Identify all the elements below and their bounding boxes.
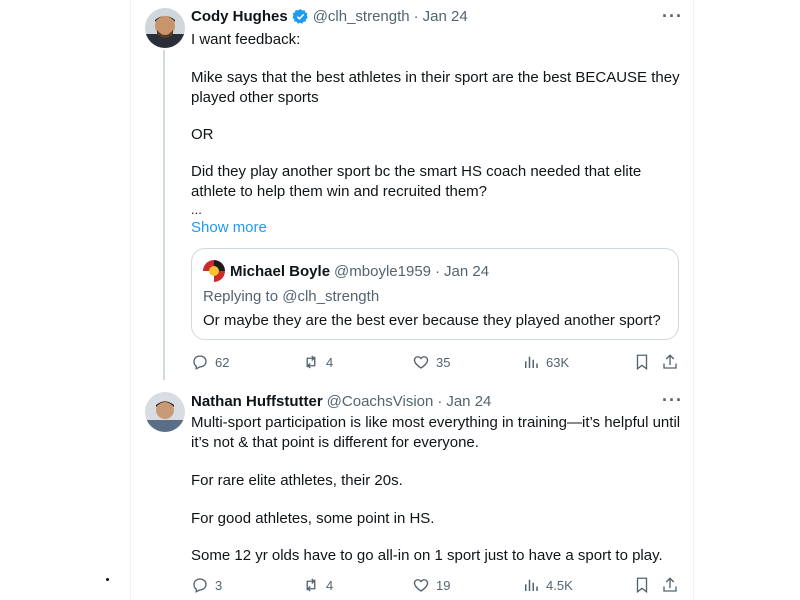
like-count: 35 bbox=[436, 354, 451, 370]
tweet-text-line: Did they play another sport bc the smart… bbox=[191, 163, 642, 180]
repost-icon bbox=[306, 578, 316, 592]
heart-icon bbox=[413, 356, 429, 369]
analytics-icon bbox=[525, 579, 538, 591]
reply-count: 62 bbox=[215, 354, 230, 370]
avatar-nathan-huffstutter[interactable] bbox=[145, 392, 185, 432]
bookmark-icon bbox=[636, 354, 648, 371]
views-button[interactable]: 4.5K bbox=[522, 576, 573, 594]
tweet-text-line: athlete to help them win and recruited t… bbox=[191, 183, 488, 200]
thread-connector-line bbox=[163, 50, 165, 380]
tweet-date[interactable]: Jan 24 bbox=[446, 393, 491, 410]
repost-count: 4 bbox=[326, 354, 334, 370]
more-options-icon[interactable]: ··· bbox=[662, 390, 683, 411]
repost-icon bbox=[306, 355, 316, 369]
reply-button[interactable]: 62 bbox=[191, 353, 229, 371]
reply-icon bbox=[193, 355, 207, 370]
more-options-icon[interactable]: ··· bbox=[662, 6, 683, 27]
views-button[interactable]: 63K bbox=[522, 353, 569, 371]
stray-dot bbox=[106, 578, 109, 581]
tweet-text-line: OR bbox=[191, 126, 214, 143]
tweet-text-line: Multi-sport participation is like most e… bbox=[191, 414, 681, 431]
tweet-text-line: played other sports bbox=[191, 89, 319, 106]
author-name[interactable]: Cody Hughes bbox=[191, 8, 288, 25]
views-count: 63K bbox=[546, 354, 570, 370]
author-name[interactable]: Nathan Huffstutter bbox=[191, 393, 323, 410]
quoted-tweet-text: Or maybe they are the best ever because … bbox=[203, 312, 661, 329]
heart-icon bbox=[413, 579, 429, 592]
bookmark-button[interactable] bbox=[633, 576, 651, 594]
show-more-link[interactable]: Show more bbox=[191, 219, 267, 236]
bookmark-icon bbox=[636, 577, 648, 594]
separator-dot: · bbox=[413, 8, 419, 25]
reply-icon bbox=[193, 578, 207, 593]
tweet-text-line: For good athletes, some point in HS. bbox=[191, 510, 435, 527]
views-count: 4.5K bbox=[546, 577, 573, 593]
quoted-tweet-header: Michael Boyle @mboyle1959 · Jan 24 bbox=[230, 263, 489, 280]
tweet-text-line: For rare elite athletes, their 20s. bbox=[191, 472, 403, 489]
replying-to-text: Replying to @clh_strength bbox=[203, 288, 380, 305]
tweet-text-line: it’s not & that point is different for e… bbox=[191, 434, 479, 451]
tweet-text-line: Some 12 yr olds have to go all-in on 1 s… bbox=[191, 547, 663, 564]
bookmark-button[interactable] bbox=[633, 353, 651, 371]
separator-dot: · bbox=[437, 393, 443, 410]
tweet-text-line: Mike says that the best athletes in thei… bbox=[191, 69, 680, 86]
author-handle[interactable]: @CoachsVision bbox=[327, 393, 434, 410]
tweet-text-line: I want feedback: bbox=[191, 31, 301, 48]
quoted-author-name: Michael Boyle bbox=[230, 263, 331, 280]
share-button[interactable] bbox=[661, 353, 679, 371]
tweet-date[interactable]: Jan 24 bbox=[423, 8, 468, 25]
like-button[interactable]: 35 bbox=[412, 353, 450, 371]
ellipsis-text: ... bbox=[191, 202, 202, 217]
like-button[interactable]: 19 bbox=[412, 576, 450, 594]
tweet-header: Cody Hughes @clh_strength · Jan 24 bbox=[191, 8, 468, 25]
quoted-author-handle: @mboyle1959 bbox=[334, 263, 431, 280]
avatar-michael-boyle bbox=[203, 260, 225, 282]
quoted-tweet-date: Jan 24 bbox=[444, 263, 490, 280]
verified-badge-icon bbox=[292, 8, 309, 25]
separator-dot: · bbox=[435, 263, 440, 280]
tweet-header: Nathan Huffstutter @CoachsVision · Jan 2… bbox=[191, 393, 491, 410]
repost-button[interactable]: 4 bbox=[302, 353, 333, 371]
reply-count: 3 bbox=[215, 577, 223, 593]
share-icon bbox=[663, 577, 677, 592]
avatar-cody-hughes[interactable] bbox=[145, 8, 185, 48]
analytics-icon bbox=[525, 356, 538, 368]
share-icon bbox=[663, 354, 677, 369]
like-count: 19 bbox=[436, 577, 451, 593]
repost-count: 4 bbox=[326, 577, 334, 593]
author-handle[interactable]: @clh_strength bbox=[313, 8, 410, 25]
reply-button[interactable]: 3 bbox=[191, 576, 222, 594]
share-button[interactable] bbox=[661, 576, 679, 594]
repost-button[interactable]: 4 bbox=[302, 576, 333, 594]
